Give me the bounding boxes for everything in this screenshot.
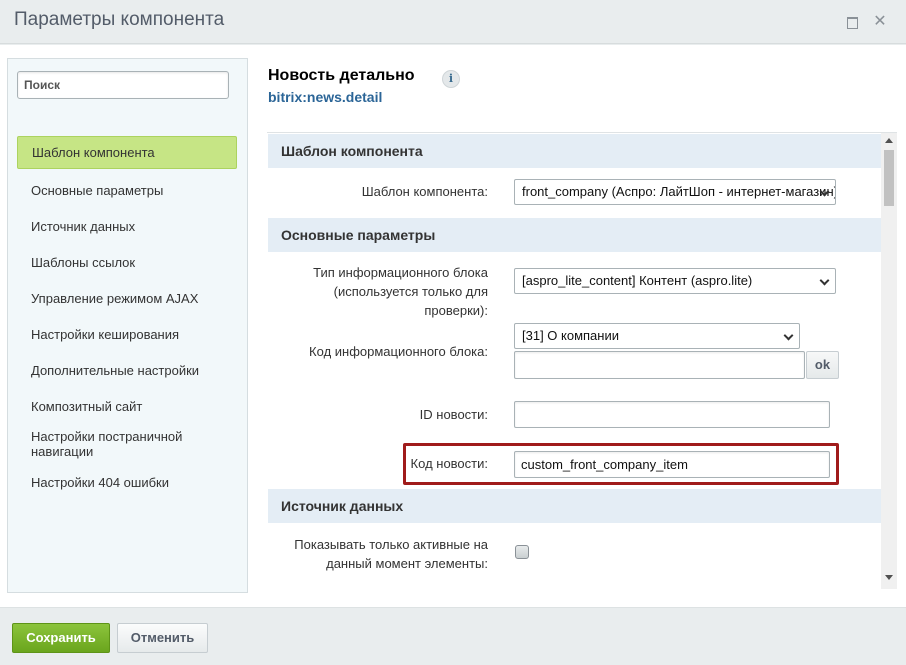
scroll-down-arrow-icon[interactable] (885, 575, 893, 580)
dialog-content: Шаблон компонента Основные параметры Ист… (0, 45, 906, 607)
news-code-input[interactable] (514, 451, 830, 478)
form-scrollbar[interactable] (881, 133, 897, 589)
search-input[interactable] (17, 71, 229, 99)
news-id-label: ID новости: (419, 407, 488, 422)
sidebar-item-additional[interactable]: Дополнительные настройки (17, 352, 237, 388)
sidebar-item-composite[interactable]: Композитный сайт (17, 388, 237, 424)
active-only-checkbox[interactable] (515, 545, 529, 559)
sidebar-item-main-params[interactable]: Основные параметры (17, 172, 237, 208)
cancel-button[interactable]: Отменить (117, 623, 208, 653)
scroll-up-arrow-icon[interactable] (885, 138, 893, 143)
scroll-thumb[interactable] (884, 150, 894, 206)
iblock-type-label: Тип информационного блока (используется … (267, 263, 488, 320)
section-header-main-params: Основные параметры (268, 218, 881, 252)
sidebar-item-404[interactable]: Настройки 404 ошибки (17, 464, 237, 500)
ok-button[interactable]: ok (806, 351, 839, 379)
info-icon[interactable]: i (442, 70, 460, 88)
iblock-code-select[interactable]: [31] О компании (514, 323, 800, 349)
iblock-code-label: Код информационного блока: (309, 344, 488, 359)
sidebar: Шаблон компонента Основные параметры Ист… (7, 58, 248, 593)
iblock-code-input[interactable] (514, 351, 805, 379)
active-only-label-line2: данный момент элементы: (326, 556, 488, 571)
params-form: Шаблон компонента Шаблон компонента: fro… (267, 132, 897, 589)
save-button[interactable]: Сохранить (12, 623, 110, 653)
sidebar-item-pagination[interactable]: Настройки постраничной навигации (17, 425, 237, 463)
component-code: bitrix:news.detail (268, 89, 383, 105)
sidebar-item-data-source[interactable]: Источник данных (17, 208, 237, 244)
dialog-footer: Сохранить Отменить (0, 607, 906, 665)
active-only-label: Показывать только активные на данный мом… (294, 535, 488, 573)
window-title: Параметры компонента (14, 9, 225, 30)
sidebar-item-url-templates[interactable]: Шаблоны ссылок (17, 244, 237, 280)
template-select[interactable]: front_company (Аспро: ЛайтШоп - интернет… (514, 179, 836, 205)
news-code-label: Код новости: (410, 456, 488, 471)
section-header-data-source: Источник данных (268, 489, 881, 523)
iblock-type-select[interactable]: [aspro_lite_content] Контент (aspro.lite… (514, 268, 836, 294)
sidebar-item-template[interactable]: Шаблон компонента (17, 136, 237, 169)
iblock-type-label-line1: Тип информационного блока (313, 265, 488, 280)
template-label: Шаблон компонента: (361, 184, 488, 199)
news-id-input[interactable] (514, 401, 830, 428)
maximize-icon[interactable] (844, 14, 860, 30)
component-title: Новость детально (268, 67, 415, 84)
iblock-type-label-line2: (используется только для проверки): (333, 284, 488, 318)
section-header-template: Шаблон компонента (268, 134, 881, 168)
sidebar-item-cache[interactable]: Настройки кеширования (17, 316, 237, 352)
active-only-label-line1: Показывать только активные на (294, 537, 488, 552)
window-titlebar: Параметры компонента ✕ (0, 0, 906, 44)
close-icon[interactable]: ✕ (872, 14, 888, 30)
sidebar-item-ajax[interactable]: Управление режимом AJAX (17, 280, 237, 316)
